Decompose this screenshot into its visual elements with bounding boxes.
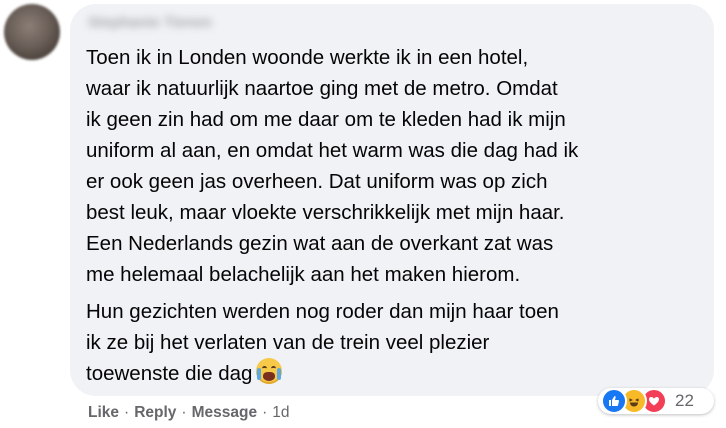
comment-line: best leuk, maar vloekte verschrikkelijk … xyxy=(86,201,565,224)
comment-timestamp[interactable]: 1d xyxy=(272,404,289,421)
comment-line: toewenste die dag xyxy=(86,362,253,385)
comment-line: ik ze bij het verlaten van de trein veel… xyxy=(86,331,490,354)
reactions-summary[interactable]: 22 xyxy=(598,388,714,414)
comment-line: Hun gezichten werden nog roder dan mijn … xyxy=(86,300,559,323)
comment-line: uniform al aan, en omdat het warm was di… xyxy=(86,139,579,162)
avatar[interactable] xyxy=(4,4,60,60)
reply-button[interactable]: Reply xyxy=(134,404,176,421)
message-button[interactable]: Message xyxy=(192,404,257,421)
comment-actions: Like · Reply · Message · 1d xyxy=(88,403,289,423)
comment-line: waar ik natuurlijk naartoe ging met de m… xyxy=(86,77,558,100)
reaction-count[interactable]: 22 xyxy=(675,390,694,412)
comment-line-with-emoji: toewenste die dag xyxy=(86,358,559,389)
crying-face-icon xyxy=(256,358,283,384)
separator: · xyxy=(262,404,268,421)
comment-line: Een Nederlands gezin wat aan de overkant… xyxy=(86,232,554,255)
separator: · xyxy=(124,404,130,421)
comment-author-name[interactable]: Stephanie Tienen xyxy=(88,14,266,32)
like-button[interactable]: Like xyxy=(88,404,119,421)
separator: · xyxy=(181,404,187,421)
comment-paragraph: Hun gezichten werden nog roder dan mijn … xyxy=(86,296,559,389)
like-icon xyxy=(601,388,627,414)
comment-line: Toen ik in Londen woonde werkte ik in ee… xyxy=(86,46,529,69)
comment-line: er ook geen jas overheen. Dat uniform wa… xyxy=(86,170,548,193)
comment-paragraph: Toen ik in Londen woonde werkte ik in ee… xyxy=(86,42,578,290)
comment-line: ik geen zin had om me daar om te kleden … xyxy=(86,108,566,131)
comment-line: me helemaal belachelijk aan het maken hi… xyxy=(86,263,521,286)
